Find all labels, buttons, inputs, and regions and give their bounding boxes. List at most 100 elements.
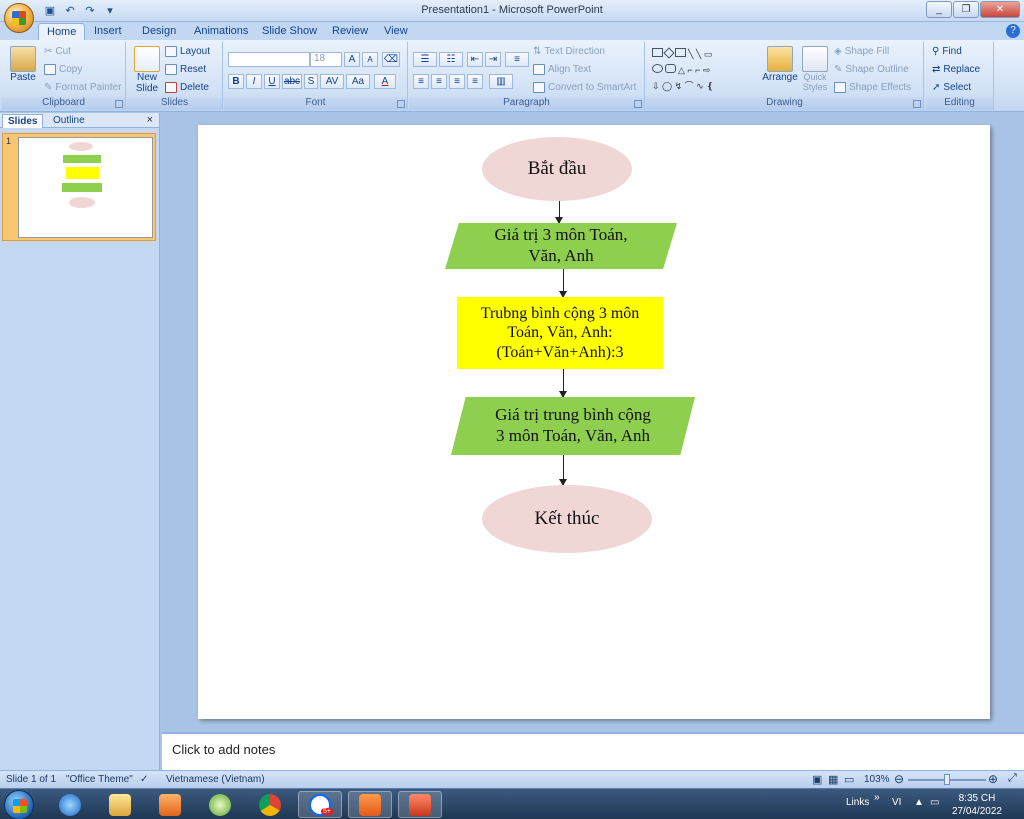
zoom-level[interactable]: 103%	[864, 774, 890, 785]
text-direction-button[interactable]: ⇅ Text Direction	[533, 46, 605, 57]
underline-button[interactable]: U	[264, 74, 280, 89]
select-button[interactable]: ➚ Select	[932, 82, 971, 93]
language-indicator[interactable]: Vietnamese (Vietnam)	[166, 774, 265, 785]
shrink-font-button[interactable]: A	[362, 52, 378, 67]
align-text-button[interactable]: Align Text	[533, 64, 591, 75]
zoom-in-icon[interactable]: ⊕	[988, 772, 998, 786]
char-spacing-button[interactable]: AV	[320, 74, 344, 89]
clock[interactable]: 8:35 CH 27/04/2022	[952, 792, 1002, 818]
shape-outline-button[interactable]: ✎ Shape Outline	[834, 64, 909, 75]
notes-pane[interactable]: Click to add notes	[162, 732, 1024, 770]
font-name-input[interactable]	[228, 52, 310, 67]
slide-thumbnail-item[interactable]: 1	[2, 133, 156, 241]
columns-icon[interactable]: ▥	[489, 74, 513, 89]
font-size-input[interactable]: 18	[310, 52, 342, 67]
spellcheck-icon[interactable]: ✓	[140, 774, 148, 785]
slide-sorter-icon[interactable]: ▦	[828, 773, 838, 786]
close-icon[interactable]: ✕	[980, 1, 1020, 18]
tab-outline[interactable]: Outline	[48, 114, 90, 128]
clear-formatting-icon[interactable]: ⌫	[382, 52, 400, 67]
help-icon[interactable]: ?	[1006, 24, 1020, 38]
slideshow-view-icon[interactable]: ▭	[844, 773, 854, 786]
tab-animations[interactable]: Animations	[186, 23, 256, 40]
align-center-icon[interactable]: ≡	[431, 74, 447, 89]
layout-button[interactable]: Layout	[165, 46, 210, 57]
grow-font-button[interactable]: A	[344, 52, 360, 67]
tab-design[interactable]: Design	[134, 23, 184, 40]
new-slide-button[interactable]: New Slide	[131, 46, 163, 94]
convert-smartart-button[interactable]: Convert to SmartArt	[533, 82, 636, 93]
shape-rounded-icon[interactable]	[665, 64, 676, 73]
fit-to-window-icon[interactable]: ⤢	[1008, 772, 1017, 785]
minimize-icon[interactable]: _	[926, 1, 952, 18]
taskbar-ie[interactable]	[48, 791, 92, 818]
shape-rect-icon[interactable]	[652, 48, 663, 57]
tab-home[interactable]: Home	[38, 23, 86, 40]
zoom-out-icon[interactable]: ⊖	[894, 772, 904, 786]
drawing-launcher-icon[interactable]	[913, 100, 921, 108]
flowchart-process[interactable]: Trubng bình cộng 3 môn Toán, Văn, Anh: (To…	[457, 297, 663, 369]
align-right-icon[interactable]: ≡	[449, 74, 465, 89]
taskbar-pdf[interactable]	[348, 791, 392, 818]
tab-slides[interactable]: Slides	[2, 114, 44, 128]
numbering-icon[interactable]: ☷	[439, 52, 463, 67]
find-button[interactable]: ⚲ Find	[932, 46, 962, 57]
taskbar-powerpoint[interactable]	[398, 791, 442, 818]
taskbar-explorer[interactable]	[98, 791, 142, 818]
normal-view-icon[interactable]: ▣	[812, 773, 822, 786]
slide-canvas[interactable]: Bắt đầu Giá trị 3 môn Toán, Văn, Anh Trub…	[198, 125, 990, 719]
align-left-icon[interactable]: ≡	[413, 74, 429, 89]
shape-diamond-icon[interactable]	[663, 47, 675, 59]
taskbar-media-player[interactable]	[148, 791, 192, 818]
start-button[interactable]	[4, 790, 34, 819]
quick-styles-button[interactable]: Quick Styles	[800, 46, 830, 92]
shape-oval-icon[interactable]	[652, 64, 663, 73]
bold-button[interactable]: B	[228, 74, 244, 89]
format-painter-button[interactable]: ✎ Format Painter	[44, 82, 122, 93]
flowchart-start[interactable]: Bắt đầu	[482, 137, 632, 201]
office-button[interactable]	[4, 3, 34, 33]
italic-button[interactable]: I	[246, 74, 262, 89]
font-color-button[interactable]: A	[374, 74, 396, 89]
slide-thumbnail[interactable]	[18, 137, 153, 238]
show-hidden-icons[interactable]: ▲	[914, 797, 924, 808]
shape-textbox-icon[interactable]	[675, 48, 686, 57]
language-bar[interactable]: VI	[892, 797, 901, 808]
replace-button[interactable]: ⇄ Replace	[932, 64, 980, 75]
copy-button[interactable]: Copy	[44, 64, 82, 75]
taskbar-chrome[interactable]	[248, 791, 292, 818]
justify-icon[interactable]: ≡	[467, 74, 483, 89]
reset-button[interactable]: Reset	[165, 64, 206, 75]
flowchart-input[interactable]: Giá trị 3 môn Toán, Văn, Anh	[445, 223, 677, 269]
change-case-button[interactable]: Aa	[346, 74, 370, 89]
taskbar-zalo[interactable]: 5+	[298, 791, 342, 818]
bullets-icon[interactable]: ☰	[413, 52, 437, 67]
paragraph-launcher-icon[interactable]	[634, 100, 642, 108]
font-launcher-icon[interactable]	[397, 100, 405, 108]
flowchart-output[interactable]: Giá trị trung bình cộng 3 môn Toán, Văn, …	[451, 397, 695, 455]
delete-button[interactable]: Delete	[165, 82, 209, 93]
decrease-indent-icon[interactable]: ⇤	[467, 52, 483, 67]
shadow-button[interactable]: S	[304, 74, 318, 89]
shapes-gallery[interactable]: ╲ ╲ ▭ △ ⌐ ⌐ ⇨ ⇩ ◯ ↯ ⌒ ∿ ❴	[652, 46, 754, 98]
line-spacing-icon[interactable]: ≡	[505, 52, 529, 67]
restore-icon[interactable]: ❐	[953, 1, 979, 18]
arrange-button[interactable]: Arrange	[762, 46, 798, 83]
paste-button[interactable]: Paste	[8, 46, 38, 83]
shape-fill-button[interactable]: ◈ Shape Fill	[834, 46, 889, 57]
taskbar-ccleaner[interactable]	[198, 791, 242, 818]
strikethrough-button[interactable]: abc	[282, 74, 302, 89]
tab-slide-show[interactable]: Slide Show	[254, 23, 325, 40]
tab-insert[interactable]: Insert	[86, 23, 130, 40]
tab-view[interactable]: View	[376, 23, 416, 40]
cut-button[interactable]: ✂ Cut	[44, 46, 71, 57]
close-panel-icon[interactable]: ×	[147, 114, 153, 126]
shape-effects-button[interactable]: Shape Effects	[834, 82, 911, 93]
links-toolbar[interactable]: Links	[846, 797, 869, 808]
tab-review[interactable]: Review	[324, 23, 376, 40]
links-expand-icon[interactable]: »	[874, 792, 880, 803]
network-icon[interactable]: ▭	[930, 797, 939, 808]
flowchart-end[interactable]: Kết thúc	[482, 485, 652, 553]
clipboard-launcher-icon[interactable]	[115, 100, 123, 108]
increase-indent-icon[interactable]: ⇥	[485, 52, 501, 67]
